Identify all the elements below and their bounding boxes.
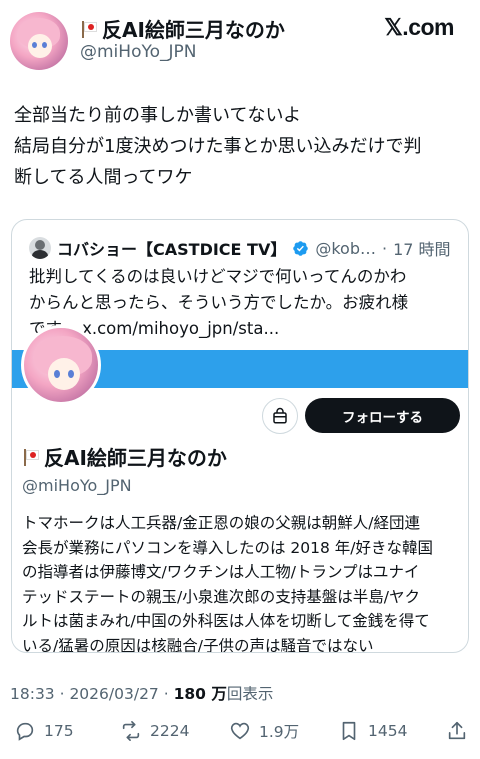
profile-handle[interactable]: @miHoYo_JPN bbox=[22, 476, 132, 495]
post-timestamp[interactable]: 18:33 · 2026/03/27 · bbox=[10, 685, 174, 703]
quoted-author-name[interactable]: コバショー【CASTDICE TV】 bbox=[57, 236, 286, 260]
repost-button[interactable]: 2224 bbox=[120, 720, 189, 742]
view-label: 回表示 bbox=[226, 685, 274, 703]
author-display-name[interactable]: 反AI絵師三月なのか bbox=[80, 14, 285, 43]
bio-line: いる/猛暑の原因は核融合/子供の声は騒音ではない bbox=[22, 636, 374, 653]
follow-button[interactable]: フォローする bbox=[305, 398, 460, 433]
post-line: 結局自分が1度決めつけた事とか思い込みだけで判 bbox=[14, 136, 422, 157]
post-meta: 18:33 · 2026/03/27 · 180 万回表示 bbox=[10, 682, 273, 704]
bookmark-count: 1454 bbox=[368, 722, 408, 740]
repost-count: 2224 bbox=[150, 722, 190, 740]
quoted-line: からんと思ったら、そういう方でしたか。お疲れ様 bbox=[29, 293, 409, 312]
share-icon bbox=[448, 721, 466, 740]
quoted-post-time[interactable]: 17 時間 bbox=[393, 236, 450, 260]
author-avatar[interactable] bbox=[10, 12, 68, 70]
shopping-bag-icon bbox=[273, 407, 287, 424]
author-handle[interactable]: @miHoYo_JPN bbox=[80, 42, 196, 62]
quoted-post-header: コバショー【CASTDICE TV】 @kob… · 17 時間 bbox=[29, 236, 458, 260]
bio-line: テッドステートの親玉/小泉進次郎の支持基盤は半島/ヤク bbox=[22, 587, 420, 606]
post-line: 全部当たり前の事しか書いてないよ bbox=[14, 105, 302, 126]
profile-avatar[interactable] bbox=[21, 325, 101, 405]
quoted-line[interactable]: です。 x.com/mihoyo_jpn/sta... bbox=[29, 316, 459, 342]
reply-icon bbox=[16, 722, 34, 741]
post-text: 全部当たり前の事しか書いてないよ 結局自分が1度決めつけた事とか思い込みだけで判… bbox=[14, 100, 470, 193]
view-count: 180 万 bbox=[173, 685, 227, 703]
bio-line: ルトは菌まみれ/中国の外科医は人体を切断して金銭を得て bbox=[22, 612, 430, 630]
action-bar: 175 2224 1.9万 1454 bbox=[0, 720, 480, 750]
bookmark-icon bbox=[342, 721, 356, 741]
quoted-post[interactable]: コバショー【CASTDICE TV】 @kob… · 17 時間 批判してくるの… bbox=[11, 219, 469, 653]
like-button[interactable]: 1.9万 bbox=[229, 720, 299, 742]
profile-bio: トマホークは人工兵器/金正恩の娘の父親は朝鮮人/経団連 会長が業務にパソコンを導… bbox=[22, 511, 462, 653]
bio-line: トマホークは人工兵器/金正恩の娘の父親は朝鮮人/経団連 bbox=[22, 514, 420, 532]
heart-icon bbox=[230, 722, 250, 740]
japan-flag-icon bbox=[22, 448, 40, 466]
japan-flag-icon bbox=[80, 20, 98, 38]
bio-line: の指導者は伊藤博文/ワクチンは人工物/トランプはユナイ bbox=[22, 563, 420, 581]
reply-count: 175 bbox=[44, 722, 74, 740]
profile-display-name[interactable]: 反AI絵師三月なのか bbox=[22, 442, 227, 471]
quoted-author-handle[interactable]: @kob… bbox=[315, 239, 376, 258]
like-count: 1.9万 bbox=[259, 723, 300, 741]
meta-separator: · bbox=[381, 238, 388, 258]
share-button[interactable] bbox=[446, 720, 468, 742]
bio-line: 会長が業務にパソコンを導入したのは 2018 年/好きな韓国 bbox=[22, 538, 434, 557]
verified-badge-icon bbox=[293, 240, 309, 256]
quoted-line: 批判してくるのは良いけどマジで何いってんのかわ bbox=[29, 267, 407, 286]
x-logo: 𝕏.com bbox=[384, 14, 454, 40]
repost-icon bbox=[122, 721, 140, 741]
bookmark-button[interactable]: 1454 bbox=[338, 720, 407, 742]
quoted-post-text: 批判してくるのは良いけどマジで何いってんのかわ からんと思ったら、そういう方でし… bbox=[29, 264, 459, 342]
reply-button[interactable]: 175 bbox=[14, 720, 74, 742]
shop-button[interactable] bbox=[262, 398, 298, 434]
post-line: 断してる人間ってワケ bbox=[14, 167, 193, 188]
quoted-author-avatar[interactable] bbox=[29, 237, 51, 259]
